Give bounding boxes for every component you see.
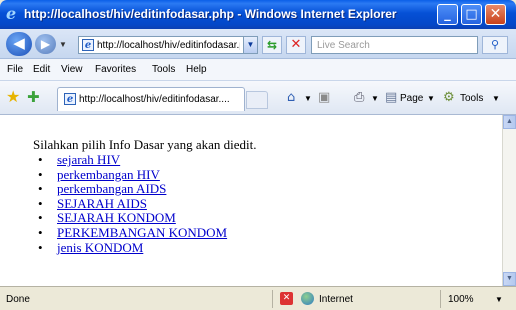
menu-favorites[interactable]: Favorites: [95, 64, 136, 76]
link-jenis-kondom[interactable]: jenis KONDOM: [57, 240, 143, 255]
watermark-decoration: [330, 115, 370, 286]
internet-zone-icon: [301, 292, 314, 305]
search-placeholder: Live Search: [317, 40, 370, 51]
menu-tools[interactable]: Tools: [152, 64, 175, 76]
protected-mode-icon[interactable]: ✕: [280, 292, 293, 305]
info-link-list: sejarah HIV perkembangan HIV perkembanga…: [36, 152, 227, 256]
home-dropdown[interactable]: ▼: [304, 93, 312, 105]
list-item: perkembangan HIV: [36, 167, 227, 183]
list-item: sejarah HIV: [36, 152, 227, 168]
link-perkembangan-kondom[interactable]: PERKEMBANGAN KONDOM: [57, 225, 227, 240]
favorites-star-icon[interactable]: ★: [6, 89, 20, 105]
security-zone-label: Internet: [319, 294, 353, 305]
link-sejarah-hiv[interactable]: sejarah HIV: [57, 152, 120, 167]
page-menu-button[interactable]: Page: [400, 93, 423, 105]
recent-pages-dropdown[interactable]: ▼: [59, 40, 67, 49]
page-icon: ▤: [385, 90, 398, 105]
browser-tab[interactable]: e http://localhost/hiv/editinfodasar....: [57, 87, 245, 111]
list-item: SEJARAH KONDOM: [36, 211, 227, 226]
minimize-button[interactable]: _: [437, 4, 458, 25]
link-perkembangan-aids[interactable]: perkembangan AIDS: [57, 181, 166, 196]
link-sejarah-aids[interactable]: SEJARAH AIDS: [57, 196, 147, 211]
menu-edit[interactable]: Edit: [33, 64, 50, 76]
zoom-dropdown[interactable]: ▼: [495, 294, 503, 306]
gear-icon: ⚙: [443, 90, 455, 105]
scroll-down-button[interactable]: ▼: [503, 272, 516, 286]
tab-toolbar: ★ ✚ e http://localhost/hiv/editinfodasar…: [0, 81, 516, 115]
list-item: jenis KONDOM: [36, 240, 227, 256]
add-favorites-icon[interactable]: ✚: [27, 89, 40, 105]
back-button[interactable]: ◀: [6, 32, 32, 56]
page-content: Silahkan pilih Info Dasar yang akan died…: [0, 115, 502, 286]
tab-label: http://localhost/hiv/editinfodasar....: [79, 94, 230, 105]
list-item: SEJARAH AIDS: [36, 196, 227, 212]
forward-button[interactable]: ▶: [35, 34, 56, 54]
link-sejarah-kondom[interactable]: SEJARAH KONDOM: [57, 210, 176, 226]
stop-button[interactable]: ✕: [286, 36, 306, 54]
refresh-icon: ⇆: [266, 38, 278, 52]
status-divider: [440, 290, 441, 308]
window-title: http://localhost/hiv/editinfodasar.php -…: [24, 7, 397, 21]
home-icon[interactable]: ⌂: [287, 90, 295, 105]
search-icon: ⚲: [490, 38, 500, 51]
tab-favicon-icon: e: [64, 93, 76, 105]
status-text: Done: [6, 294, 30, 305]
status-bar: Done ✕ Internet 100% ▼: [0, 286, 516, 310]
tools-menu-button[interactable]: Tools: [460, 93, 483, 105]
page-favicon-icon: e: [82, 39, 94, 51]
intro-text: Silahkan pilih Info Dasar yang akan died…: [33, 137, 257, 152]
print-icon[interactable]: ⎙: [354, 90, 364, 105]
new-tab-button[interactable]: [246, 91, 268, 109]
tools-dropdown-icon: ▼: [492, 94, 500, 103]
menu-view[interactable]: View: [61, 64, 83, 76]
search-button[interactable]: ⚲: [482, 36, 508, 54]
page-dropdown-icon: ▼: [427, 94, 435, 103]
back-arrow-icon: ◀: [13, 34, 25, 52]
menu-help[interactable]: Help: [186, 64, 207, 76]
feeds-icon[interactable]: ▣: [318, 90, 330, 105]
scroll-up-button[interactable]: ▲: [503, 115, 516, 129]
status-divider: [272, 290, 273, 308]
close-button[interactable]: ✕: [485, 4, 506, 25]
menu-file[interactable]: File: [7, 64, 23, 76]
maximize-button[interactable]: □: [461, 4, 482, 25]
vertical-scrollbar[interactable]: ▲ ▼: [502, 115, 516, 286]
link-perkembangan-hiv[interactable]: perkembangan HIV: [57, 167, 160, 182]
menu-bar: File Edit View Favorites Tools Help: [0, 59, 516, 81]
address-toolbar: ◀ ▶ ▼ e http://localhost/hiv/editinfodas…: [0, 29, 516, 59]
ie-logo-icon: e: [6, 4, 17, 23]
list-item: perkembangan AIDS: [36, 181, 227, 197]
forward-arrow-icon: ▶: [40, 37, 51, 51]
print-dropdown[interactable]: ▼: [371, 93, 379, 105]
address-dropdown-button[interactable]: ▼: [243, 37, 257, 53]
stop-icon: ✕: [290, 37, 302, 52]
search-input[interactable]: Live Search: [311, 36, 478, 54]
title-bar[interactable]: e http://localhost/hiv/editinfodasar.php…: [0, 0, 516, 29]
list-item: PERKEMBANGAN KONDOM: [36, 225, 227, 241]
address-bar[interactable]: e http://localhost/hiv/editinfodasar.php…: [78, 36, 258, 54]
zoom-level[interactable]: 100%: [448, 294, 474, 306]
address-input[interactable]: http://localhost/hiv/editinfodasar.php: [97, 39, 240, 52]
refresh-button[interactable]: ⇆: [262, 36, 282, 54]
